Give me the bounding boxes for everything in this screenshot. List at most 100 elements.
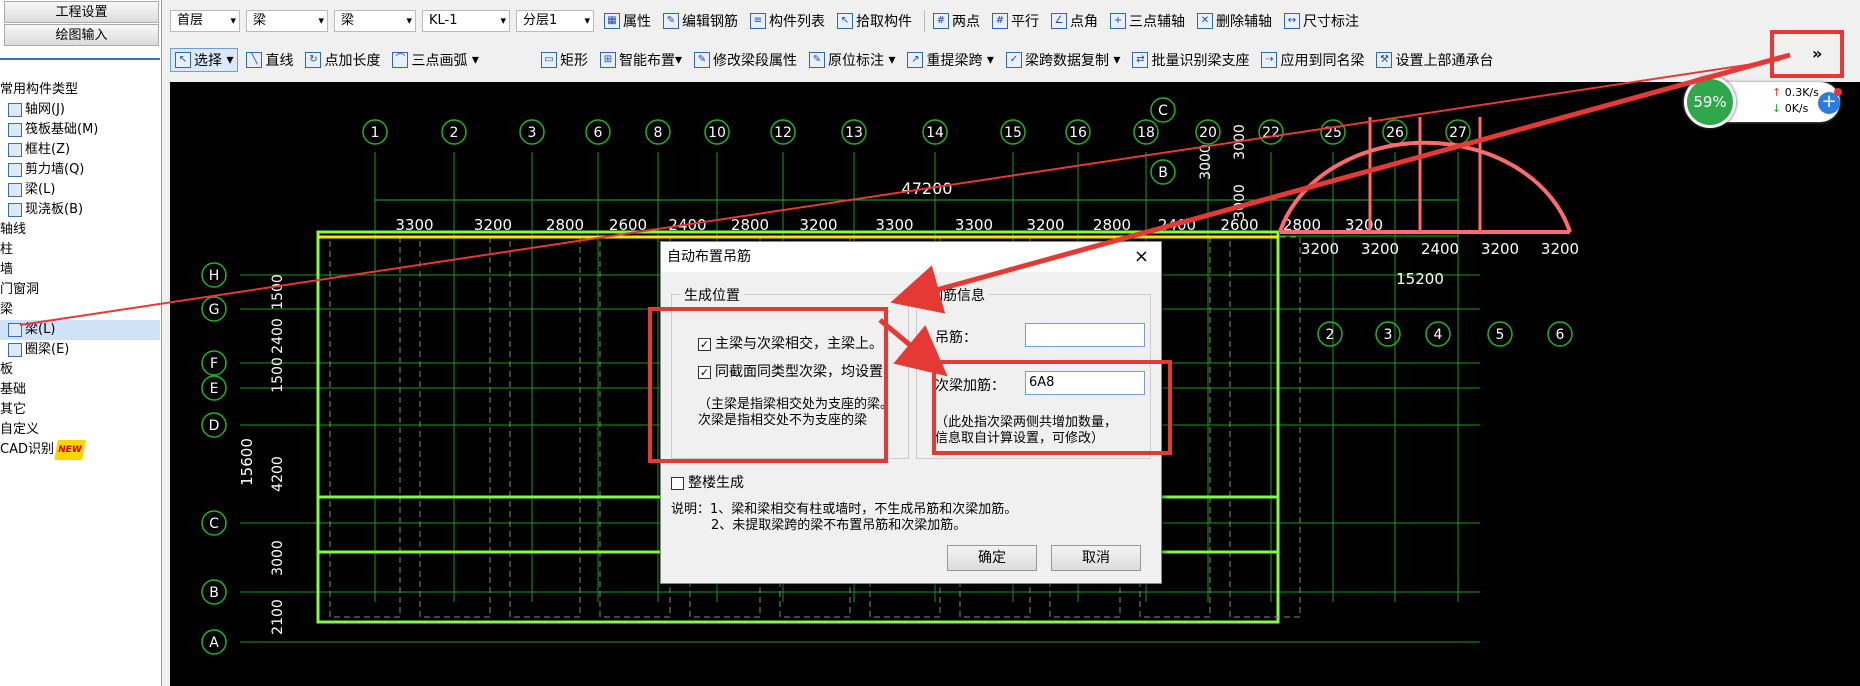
right-span: 3200 <box>1361 240 1399 258</box>
axis-label: 25 <box>1324 125 1342 141</box>
apply-same-beam-button[interactable]: ⇢ 应用到同名梁 <box>1257 48 1368 72</box>
parallel-button[interactable]: # 平行 <box>988 9 1043 33</box>
right-total: 15200 <box>1396 270 1444 288</box>
line-icon: ╲ <box>246 52 263 68</box>
same-section-option[interactable]: ✓ 同截面同类型次梁，均设置 <box>698 361 908 381</box>
tree-item-common[interactable]: 常用构件类型 <box>0 80 160 100</box>
tree-item-col[interactable]: 柱 <box>0 240 160 260</box>
in-situ-label-button[interactable]: ✎ 原位标注 ▾ <box>805 48 899 72</box>
point-angle-button[interactable]: ∠ 点角 <box>1047 9 1102 33</box>
tree-item-column[interactable]: 框柱(Z) <box>0 140 160 160</box>
layer-select[interactable]: 分层1 <box>516 10 594 32</box>
tree-item-plate[interactable]: 板 <box>0 360 160 380</box>
three-point-axis-button[interactable]: + 三点辅轴 <box>1106 9 1189 33</box>
point-angle-icon: ∠ <box>1051 13 1067 29</box>
main-beam-option[interactable]: ✓ 主梁与次梁相交，主梁上。 <box>698 333 883 353</box>
arch-outline <box>1278 140 1572 233</box>
axis-label: 16 <box>1069 125 1087 141</box>
modify-beam-button[interactable]: ✎ 修改梁段属性 <box>690 48 801 72</box>
pick-component-button[interactable]: ↖ 拾取构件 <box>833 9 916 33</box>
highlight-more-box <box>1770 30 1844 78</box>
tree-item-foundation[interactable]: 基础 <box>0 380 160 400</box>
tree-item-grid[interactable]: 轴网(J) <box>0 100 160 120</box>
component-list-button[interactable]: ≡ 构件列表 <box>746 9 829 33</box>
extra-rebar-input[interactable]: 6A8 <box>1025 371 1145 395</box>
arc-button[interactable]: ⌒ 三点画弧 ▾ <box>388 48 482 72</box>
drawing-input-button[interactable]: 绘图输入 <box>4 24 159 46</box>
position-group-label: 生成位置 <box>680 285 744 305</box>
point-length-button[interactable]: ↻ 点加长度 <box>301 48 384 72</box>
copy-icon: ✓ <box>1005 52 1022 68</box>
tree-item-ringbeam[interactable]: 圈梁(E) <box>0 340 160 360</box>
tree-item-wall[interactable]: 墙 <box>0 260 160 280</box>
tree-item-beam-group[interactable]: 梁 <box>0 300 160 320</box>
type-select[interactable]: 梁 <box>246 10 328 32</box>
axis-label: 18 <box>1137 125 1155 141</box>
tree-item-other[interactable]: 其它 <box>0 400 160 420</box>
checkbox-checked-icon[interactable]: ✓ <box>698 337 711 351</box>
list-icon: ≡ <box>750 13 766 29</box>
re-span-button[interactable]: ↗ 重提梁跨 ▾ <box>903 48 997 72</box>
tree-item-beam[interactable]: 梁(L) <box>0 180 160 200</box>
apply-icon: ⇢ <box>1261 52 1278 68</box>
rect-button[interactable]: ▭ 矩形 <box>537 48 592 72</box>
select-button[interactable]: ↖ 选择 ▾ <box>170 48 239 72</box>
delete-icon: ✕ <box>1197 13 1213 29</box>
dimension-button[interactable]: ↔ 尺寸标注 <box>1280 9 1363 33</box>
hatch-panel <box>1229 236 1301 618</box>
tree-item-cad[interactable]: CAD识别 NEW <box>0 440 160 460</box>
properties-button[interactable]: ▦ 属性 <box>600 9 655 33</box>
subtype-select[interactable]: 梁 <box>334 10 416 32</box>
set-cap-button[interactable]: ⚒ 设置上部通承台 <box>1372 48 1497 72</box>
explanation-2: 2、未提取梁跨的梁不布置吊筋和次梁加筋。 <box>711 518 967 533</box>
hatch-panel <box>419 236 491 618</box>
batch-support-button[interactable]: ⇄ 批量识别梁支座 <box>1128 48 1253 72</box>
tree-item-beam-selected[interactable]: 梁(L) <box>0 320 160 340</box>
smart-layout-button[interactable]: ⊞ 智能布置 ▾ <box>596 48 686 72</box>
cancel-button[interactable]: 取消 <box>1051 545 1141 571</box>
dialog-title: 自动布置吊筋 <box>661 242 1161 272</box>
tree-item-opening[interactable]: 门窗洞 <box>0 280 160 300</box>
cursor-icon: ↖ <box>175 52 191 68</box>
span-icon: ↗ <box>907 52 924 68</box>
axis-label: 27 <box>1449 125 1467 141</box>
project-settings-button[interactable]: 工程设置 <box>4 1 159 23</box>
right-span: 3200 <box>1541 240 1579 258</box>
toolbar-top: 首层 梁 梁 KL-1 分层1 ▦属性 ✎编辑钢筋 ≡构件列表 ↖拾取构件 #两… <box>170 4 1367 38</box>
more-tools-button[interactable]: » <box>1812 44 1822 63</box>
row-dim: 1500 <box>270 357 286 393</box>
line-button[interactable]: ╲ 直线 <box>242 48 297 72</box>
ok-button[interactable]: 确定 <box>947 545 1037 571</box>
tree-item-axis[interactable]: 轴线 <box>0 220 160 240</box>
component-select[interactable]: KL-1 <box>422 10 510 32</box>
checkbox-checked-icon[interactable]: ✓ <box>698 365 711 379</box>
row-label: E <box>210 381 219 397</box>
auto-hanger-dialog: 自动布置吊筋 × 生成位置 ✓ 主梁与次梁相交，主梁上。 ✓ 同截面同类型次梁，均设… <box>660 241 1162 584</box>
two-point-button[interactable]: # 两点 <box>929 9 984 33</box>
delete-axis-button[interactable]: ✕ 删除辅轴 <box>1193 9 1276 33</box>
speed-widget: 59% ↑ 0.3K/s ↓ 0K/s + <box>1684 76 1842 128</box>
tree-item-slab[interactable]: 现浇板(B) <box>0 200 160 220</box>
row-dim: 2100 <box>270 599 286 635</box>
row-dim: 4200 <box>270 456 286 492</box>
alert-dot <box>1834 88 1842 96</box>
right-axis-label: 6 <box>1556 327 1565 343</box>
edit-rebar-icon: ✎ <box>663 13 679 29</box>
whole-building-option[interactable]: 整楼生成 <box>671 472 744 492</box>
axis-label: 3 <box>528 125 537 141</box>
edit-rebar-button[interactable]: ✎ 编辑钢筋 <box>659 9 742 33</box>
tree-item-raft[interactable]: 筏板基础(M) <box>0 120 160 140</box>
tree-item-shearwall[interactable]: 剪力墙(Q) <box>0 160 160 180</box>
hanger-input[interactable] <box>1025 323 1145 347</box>
floor-select[interactable]: 首层 <box>170 10 240 32</box>
close-icon[interactable]: × <box>1134 246 1149 267</box>
component-tree: 常用构件类型 轴网(J) 筏板基础(M) 框柱(Z) 剪力墙(Q) 梁(L) 现… <box>0 80 160 460</box>
row-label: F <box>210 356 218 372</box>
beam-note-2: 次梁是指相交处不为支座的梁 <box>698 413 868 428</box>
axis-label: 12 <box>774 125 792 141</box>
copy-span-data-button[interactable]: ✓ 梁跨数据复制 ▾ <box>1002 48 1124 72</box>
tree-item-custom[interactable]: 自定义 <box>0 420 160 440</box>
column-icon <box>8 142 22 157</box>
right-axis-label: 2 <box>1326 327 1335 343</box>
checkbox-unchecked-icon[interactable] <box>671 476 684 490</box>
